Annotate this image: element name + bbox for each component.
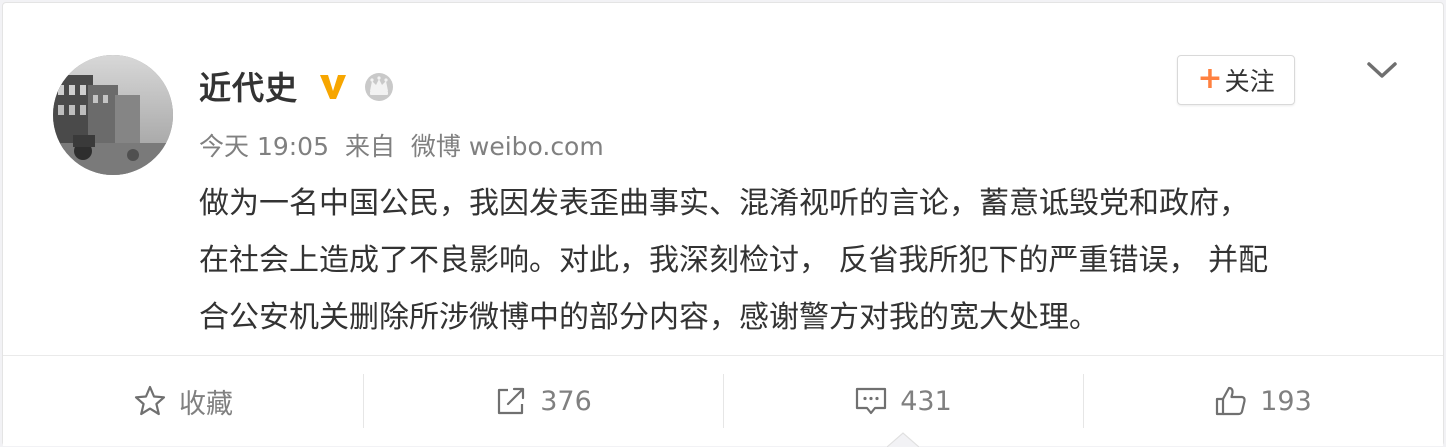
avatar-photo <box>53 55 173 175</box>
weibo-post-card: 近代史 + 关注 今天 19:05 来自 微博 weibo.com 做为一名中国… <box>2 2 1444 447</box>
chevron-down-icon[interactable] <box>1365 57 1399 83</box>
post-line: 做为一名中国公民，我因发表歪曲事实、混淆视听的言论，蓄意诋毁党和政府， <box>199 186 1249 221</box>
from-label: 来自 <box>344 132 395 161</box>
follow-button-label: 关注 <box>1224 67 1275 96</box>
verified-v-icon <box>320 75 347 99</box>
favorite-button[interactable]: 收藏 <box>3 356 363 446</box>
repost-count: 376 <box>540 385 592 417</box>
repost-button[interactable]: 376 <box>363 356 723 446</box>
comment-caret-icon <box>887 432 919 447</box>
share-icon <box>498 387 525 415</box>
user-header: 近代史 <box>199 63 396 109</box>
star-icon <box>134 385 166 416</box>
plus-icon: + <box>1197 60 1223 96</box>
crown-icon[interactable] <box>362 69 396 103</box>
like-count: 193 <box>1260 385 1312 417</box>
comment-count: 431 <box>900 385 952 417</box>
user-name[interactable]: 近代史 <box>199 63 298 109</box>
post-time[interactable]: 今天 19:05 <box>199 132 329 161</box>
like-icon <box>1216 386 1246 416</box>
avatar[interactable] <box>53 55 173 175</box>
comment-icon <box>856 387 887 415</box>
post-meta: 今天 19:05 来自 微博 weibo.com <box>199 127 612 163</box>
like-button[interactable]: 193 <box>1083 356 1443 446</box>
action-bar: 收藏 376 431 193 <box>3 355 1443 446</box>
favorite-label: 收藏 <box>179 388 233 420</box>
post-content: 做为一名中国公民，我因发表歪曲事实、混淆视听的言论，蓄意诋毁党和政府， 在社会上… <box>199 175 1409 346</box>
post-line: 合公安机关删除所涉微博中的部分内容，感谢警方对我的宽大处理。 <box>199 300 1099 335</box>
post-source[interactable]: 微博 weibo.com <box>411 132 604 161</box>
post-line: 在社会上造成了不良影响。对此，我深刻检讨， 反省我所犯下的严重错误， 并配 <box>199 243 1269 278</box>
follow-button[interactable]: + 关注 <box>1177 55 1295 105</box>
